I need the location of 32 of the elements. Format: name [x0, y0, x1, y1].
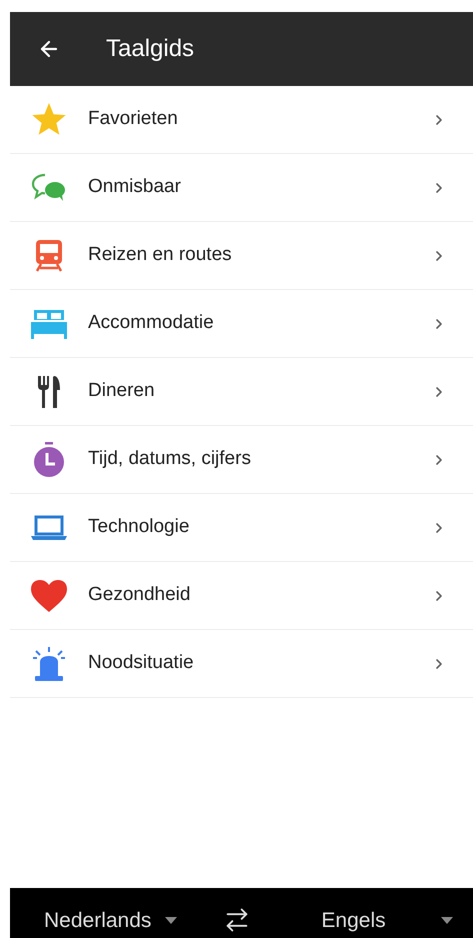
- category-item[interactable]: Tijd, datums, cijfers: [10, 426, 473, 494]
- category-item[interactable]: Favorieten: [10, 86, 473, 154]
- category-label: Noodsituatie: [88, 651, 195, 676]
- category-label: Tijd, datums, cijfers: [88, 447, 252, 472]
- category-label: Accommodatie: [88, 311, 215, 336]
- star-icon: [31, 102, 67, 136]
- page-title: Taalgids: [106, 34, 194, 64]
- category-item[interactable]: Noodsituatie: [10, 630, 473, 698]
- category-item[interactable]: Accommodatie: [10, 290, 473, 358]
- category-label: Onmisbaar: [88, 175, 182, 200]
- category-item[interactable]: Reizen en routes: [10, 222, 473, 290]
- category-item[interactable]: Dineren: [10, 358, 473, 426]
- category-label: Favorieten: [88, 107, 179, 132]
- category-label: Gezondheid: [88, 583, 192, 608]
- laptop-icon: [30, 514, 68, 540]
- category-item[interactable]: Onmisbaar: [10, 154, 473, 222]
- dropdown-caret-icon: [441, 916, 453, 924]
- category-label: Dineren: [88, 379, 156, 404]
- bed-icon: [30, 308, 68, 338]
- category-label: Reizen en routes: [88, 243, 233, 268]
- heart-icon: [30, 578, 68, 612]
- source-language-dropdown[interactable]: Nederlands: [44, 904, 178, 936]
- category-item[interactable]: Technologie: [10, 494, 473, 562]
- category-label: Technologie: [88, 515, 190, 540]
- siren-icon: [31, 646, 67, 682]
- chat-bubbles-icon: [31, 172, 67, 202]
- dropdown-caret-icon: [165, 916, 178, 924]
- timer-icon: [32, 442, 66, 478]
- fork-and-knife-icon: [36, 374, 62, 408]
- target-language-dropdown[interactable]: Engels: [321, 904, 473, 936]
- train-icon: [34, 238, 64, 272]
- category-item[interactable]: Gezondheid: [10, 562, 473, 630]
